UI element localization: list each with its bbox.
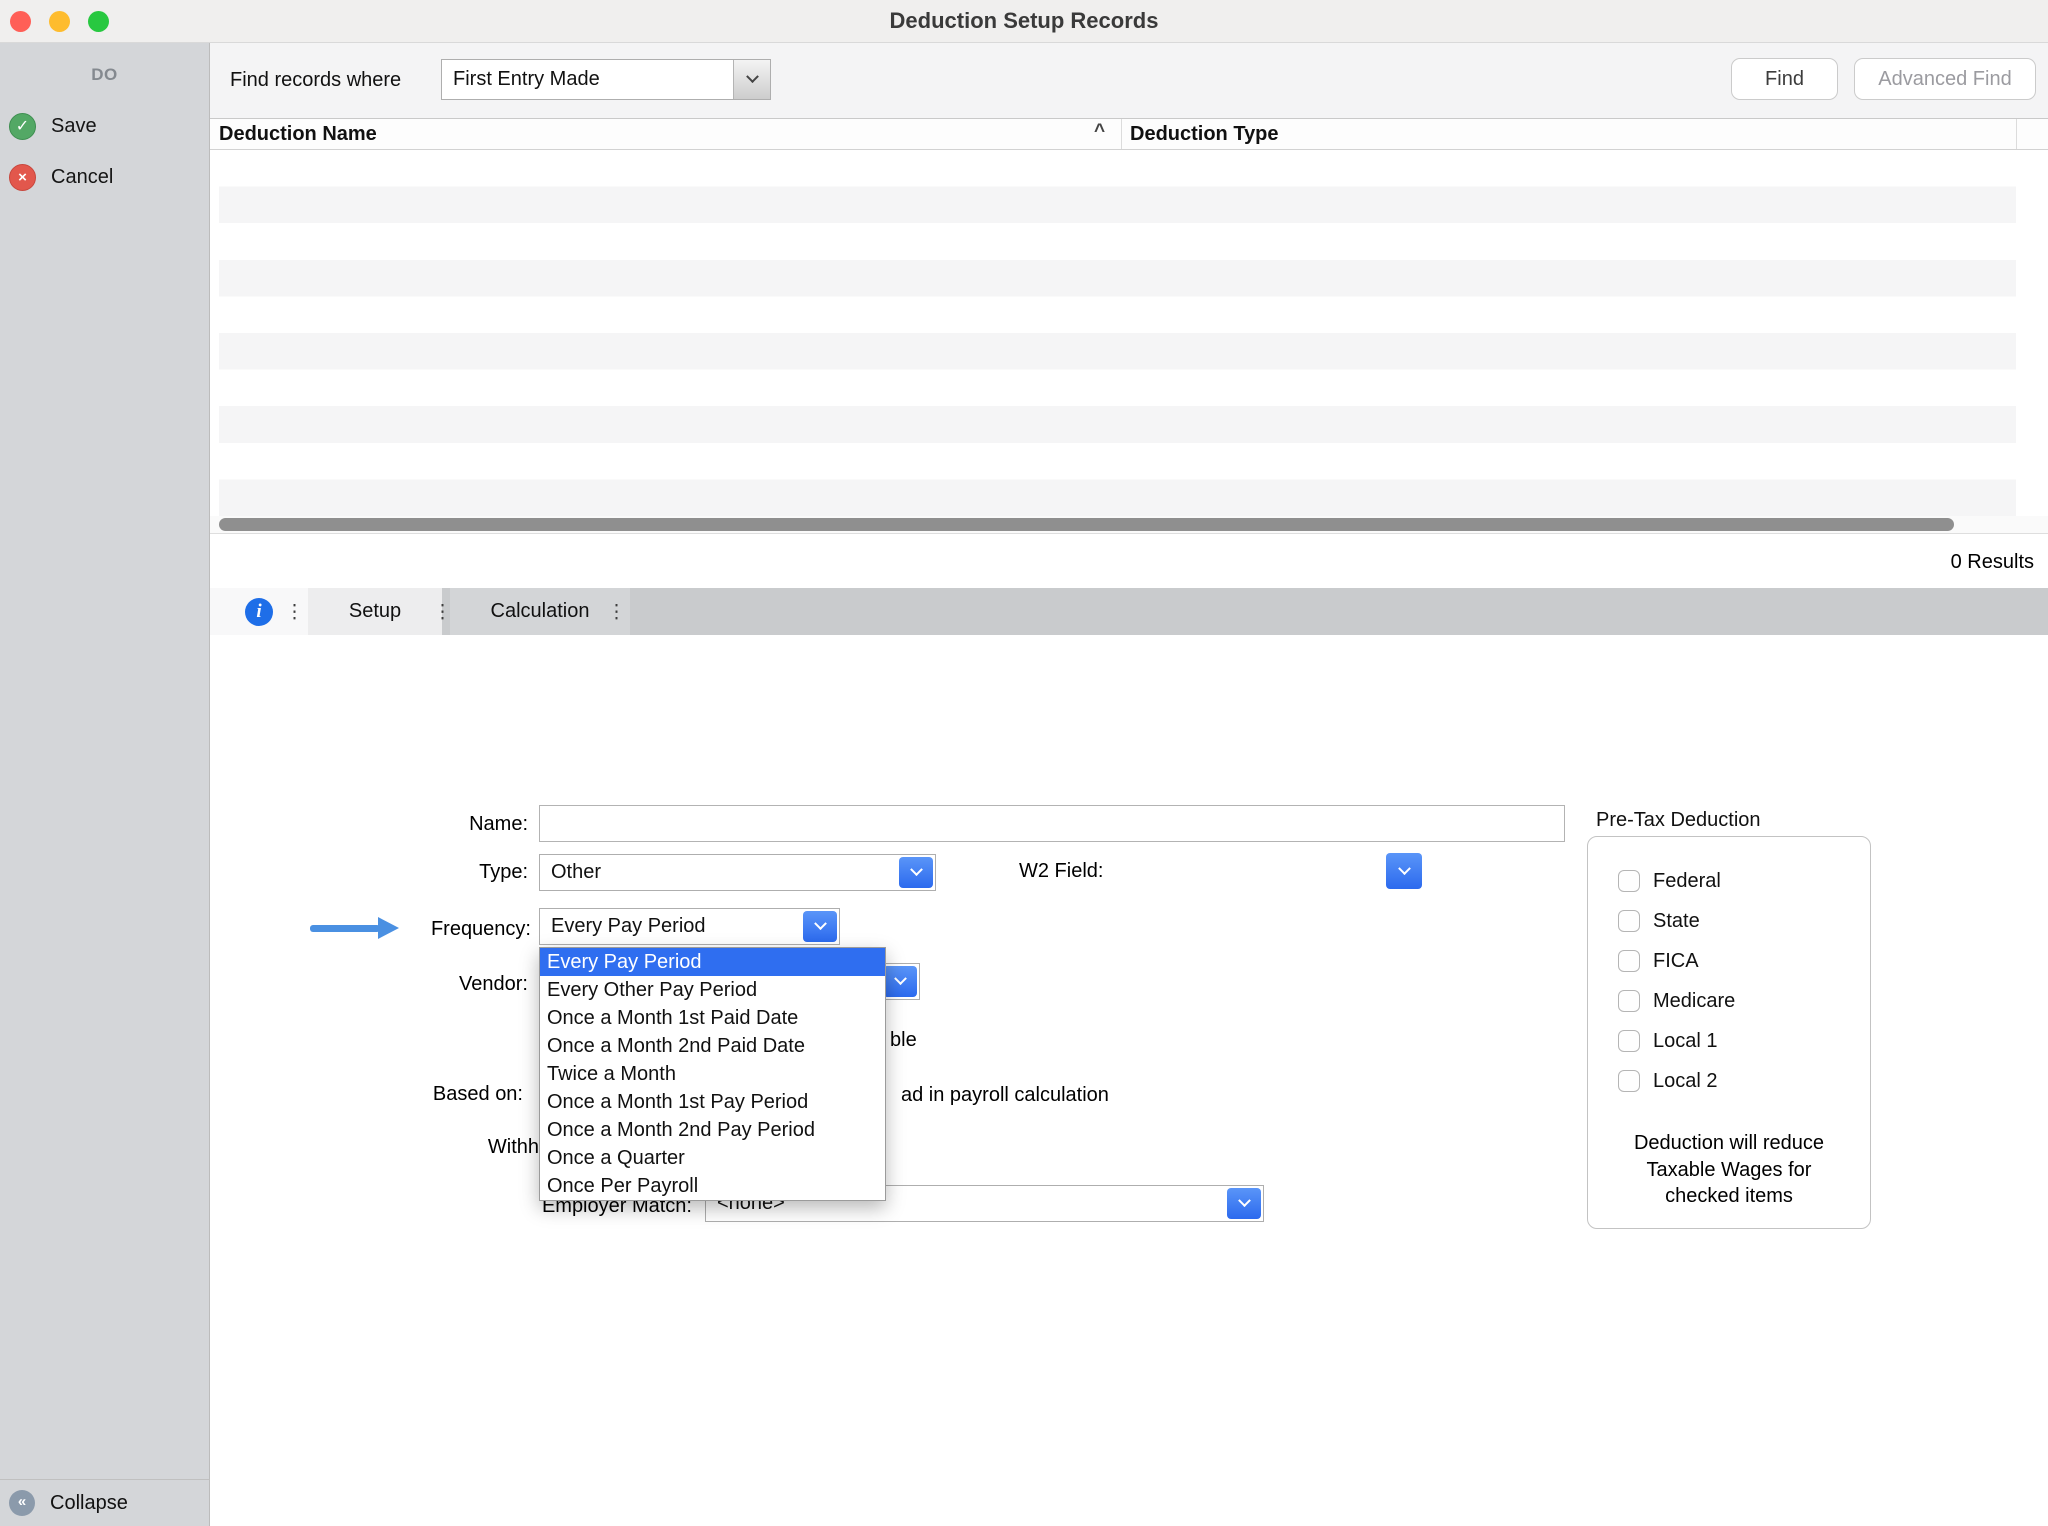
menu-item[interactable]: Twice a Month — [540, 1060, 885, 1088]
sidebar-header: DO — [0, 65, 209, 85]
menu-item[interactable]: Once a Month 1st Paid Date — [540, 1004, 885, 1032]
checkbox-row-local2[interactable]: Local 2 — [1588, 1061, 1870, 1101]
drag-dots-icon[interactable]: ⋮ — [285, 600, 304, 623]
local1-checkbox[interactable] — [1618, 1030, 1640, 1052]
column-header-deduction-name[interactable]: Deduction Name — [219, 119, 377, 149]
based-on-label: Based on: — [300, 1080, 523, 1108]
payroll-calculation-label-fragment: ad in payroll calculation — [901, 1081, 1109, 1109]
taxable-label-fragment: ble — [890, 1026, 917, 1054]
frequency-dropdown-value: Every Pay Period — [540, 915, 839, 938]
checkbox-row-local1[interactable]: Local 1 — [1588, 1021, 1870, 1061]
find-field-dropdown[interactable]: First Entry Made — [441, 59, 771, 100]
column-header-deduction-type[interactable]: Deduction Type — [1130, 119, 1279, 149]
column-divider — [2016, 119, 2017, 149]
frequency-label: Frequency: — [300, 915, 531, 943]
results-table-header: Deduction Name ^ Deduction Type — [210, 118, 2048, 150]
type-label: Type: — [300, 858, 528, 886]
checkbox-row-state[interactable]: State — [1588, 901, 1870, 941]
local2-checkbox[interactable] — [1618, 1070, 1640, 1092]
menu-item[interactable]: Once a Month 2nd Paid Date — [540, 1032, 885, 1060]
pretax-panel-title: Pre-Tax Deduction — [1596, 806, 1761, 834]
pretax-panel: Federal State FICA Medicare Local 1 Loca… — [1587, 836, 1871, 1229]
state-label: State — [1653, 910, 1700, 933]
tab-setup[interactable]: Setup ⋮ — [308, 588, 442, 635]
type-dropdown-value: Other — [540, 861, 935, 884]
checkbox-row-medicare[interactable]: Medicare — [1588, 981, 1870, 1021]
info-icon[interactable]: i — [245, 598, 273, 626]
horizontal-scrollbar-thumb[interactable] — [219, 518, 1954, 531]
name-input[interactable] — [539, 805, 1565, 842]
menu-item[interactable]: Once a Month 1st Pay Period — [540, 1088, 885, 1116]
local2-label: Local 2 — [1653, 1070, 1718, 1093]
w2-field-dropdown-button[interactable] — [1386, 853, 1422, 889]
find-button[interactable]: Find — [1731, 58, 1838, 100]
chevron-down-icon[interactable] — [803, 911, 837, 942]
withholding-label-fragment: Withh — [400, 1133, 539, 1161]
find-field-dropdown-value: First Entry Made — [442, 68, 733, 91]
w2-field-label: W2 Field: — [1019, 857, 1117, 885]
tab-calculation-label: Calculation — [491, 600, 590, 623]
collapse-chevrons-icon: « — [9, 1490, 35, 1516]
chevron-down-icon[interactable] — [1227, 1188, 1261, 1219]
column-divider — [1121, 119, 1122, 149]
find-bar: Find records where First Entry Made Find… — [210, 43, 2048, 118]
vendor-label: Vendor: — [300, 970, 528, 998]
federal-label: Federal — [1653, 870, 1721, 893]
checkbox-row-federal[interactable]: Federal — [1588, 861, 1870, 901]
tab-calculation[interactable]: Calculation ⋮ — [450, 588, 630, 635]
chevron-down-icon[interactable] — [883, 966, 917, 997]
tab-bar: i ⋮ Setup ⋮ Calculation ⋮ — [210, 588, 2048, 635]
sort-caret-icon[interactable]: ^ — [1094, 121, 1105, 143]
chevron-down-icon[interactable] — [899, 857, 933, 888]
drag-dots-icon[interactable]: ⋮ — [607, 600, 626, 623]
app-window: Deduction Setup Records DO ✓ Save × Canc… — [0, 0, 2048, 1526]
advanced-find-button[interactable]: Advanced Find — [1854, 58, 2036, 100]
state-checkbox[interactable] — [1618, 910, 1640, 932]
save-label: Save — [51, 115, 97, 138]
menu-item[interactable]: Once a Quarter — [540, 1144, 885, 1172]
titlebar: Deduction Setup Records — [0, 0, 2048, 43]
medicare-label: Medicare — [1653, 990, 1735, 1013]
results-count: 0 Results — [1951, 551, 2034, 574]
frequency-dropdown-menu: Every Pay Period Every Other Pay Period … — [539, 947, 886, 1201]
menu-item[interactable]: Every Pay Period — [540, 948, 885, 976]
menu-item[interactable]: Every Other Pay Period — [540, 976, 885, 1004]
chevron-down-icon[interactable] — [733, 60, 770, 99]
tab-setup-label: Setup — [349, 600, 401, 623]
fica-checkbox[interactable] — [1618, 950, 1640, 972]
frequency-dropdown[interactable]: Every Pay Period — [539, 908, 840, 945]
find-records-where-label: Find records where — [230, 66, 401, 94]
checkbox-row-fica[interactable]: FICA — [1588, 941, 1870, 981]
save-check-icon: ✓ — [9, 113, 36, 140]
collapse-sidebar-button[interactable]: « Collapse — [0, 1479, 210, 1526]
federal-checkbox[interactable] — [1618, 870, 1640, 892]
save-button[interactable]: ✓ Save — [9, 112, 97, 140]
sidebar: DO ✓ Save × Cancel — [0, 43, 210, 1526]
menu-item[interactable]: Once a Month 2nd Pay Period — [540, 1116, 885, 1144]
local1-label: Local 1 — [1653, 1030, 1718, 1053]
medicare-checkbox[interactable] — [1618, 990, 1640, 1012]
fica-label: FICA — [1653, 950, 1699, 973]
menu-item[interactable]: Once Per Payroll — [540, 1172, 885, 1200]
cancel-button[interactable]: × Cancel — [9, 163, 113, 191]
results-table-rows — [219, 150, 2016, 516]
window-title: Deduction Setup Records — [0, 8, 2048, 34]
name-label: Name: — [300, 810, 528, 838]
type-dropdown[interactable]: Other — [539, 854, 936, 891]
cancel-x-icon: × — [9, 164, 36, 191]
cancel-label: Cancel — [51, 166, 113, 189]
record-info-block: i ⋮ — [210, 588, 308, 635]
collapse-label: Collapse — [50, 1492, 128, 1515]
pretax-note: Deduction will reduce Taxable Wages for … — [1588, 1130, 1870, 1210]
horizontal-scrollbar — [210, 516, 2048, 534]
